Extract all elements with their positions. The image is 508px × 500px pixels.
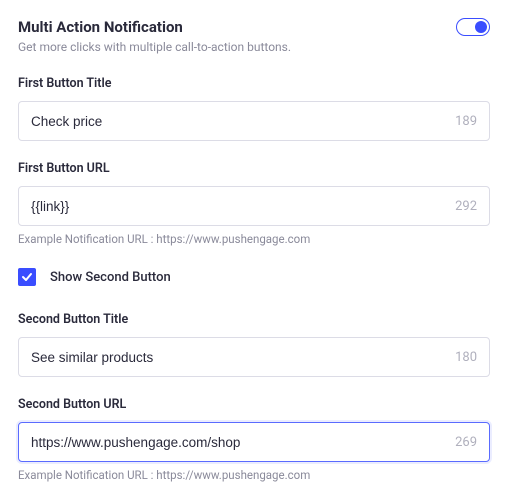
first-button-url-input-wrap: 292 [18, 186, 490, 226]
second-button-title-block: Second Button Title 180 [18, 312, 490, 377]
second-button-url-counter: 269 [455, 435, 477, 450]
second-button-url-input-wrap: 269 [18, 422, 490, 462]
show-second-button-label: Show Second Button [50, 270, 171, 285]
check-icon [21, 271, 33, 283]
second-button-title-label: Second Button Title [18, 312, 490, 327]
multi-action-toggle[interactable] [456, 18, 490, 36]
first-button-url-input[interactable] [31, 199, 447, 214]
toggle-knob [475, 21, 487, 33]
section-title: Multi Action Notification [18, 18, 183, 36]
first-button-title-block: First Button Title 189 [18, 76, 490, 141]
second-button-title-input-wrap: 180 [18, 337, 490, 377]
show-second-button-row: Show Second Button [18, 268, 490, 286]
second-button-url-label: Second Button URL [18, 397, 490, 412]
section-description: Get more clicks with multiple call-to-ac… [18, 40, 490, 54]
first-button-url-label: First Button URL [18, 161, 490, 176]
second-button-url-block: Second Button URL 269 Example Notificati… [18, 397, 490, 482]
second-button-title-counter: 180 [455, 350, 477, 365]
first-button-title-label: First Button Title [18, 76, 490, 91]
show-second-button-checkbox[interactable] [18, 268, 36, 286]
first-button-title-input[interactable] [31, 114, 447, 129]
first-button-url-counter: 292 [455, 199, 477, 214]
first-button-url-helper: Example Notification URL : https://www.p… [18, 232, 490, 246]
first-button-title-input-wrap: 189 [18, 101, 490, 141]
second-button-title-input[interactable] [31, 350, 447, 365]
second-button-url-helper: Example Notification URL : https://www.p… [18, 468, 490, 482]
first-button-url-block: First Button URL 292 Example Notificatio… [18, 161, 490, 246]
section-header: Multi Action Notification [18, 18, 490, 36]
first-button-title-counter: 189 [455, 114, 477, 129]
second-button-url-input[interactable] [31, 435, 447, 450]
